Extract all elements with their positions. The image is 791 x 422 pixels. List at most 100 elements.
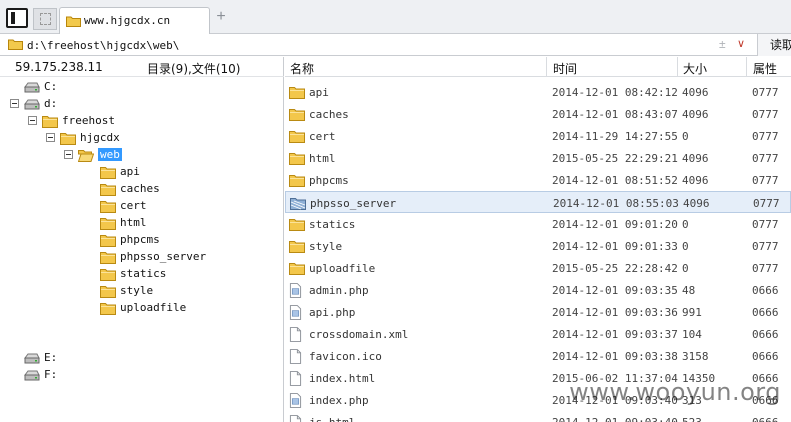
folder-icon — [290, 198, 306, 210]
folder-icon — [100, 184, 116, 196]
file-size: 3158 — [682, 350, 709, 363]
file-time: 2014-12-01 09:03:35 — [552, 284, 678, 297]
folder-icon — [100, 167, 116, 179]
file-time: 2014-12-01 09:01:20 — [552, 218, 678, 231]
tree-item[interactable]: statics — [0, 266, 280, 282]
tree-item[interactable]: api — [0, 164, 280, 180]
file-row[interactable]: js.html 2014-12-01 09:03:40 523 0666 — [285, 411, 791, 422]
file-size: 4096 — [682, 152, 709, 165]
drive-icon — [24, 353, 40, 364]
file-time: 2014-12-01 08:55:03 — [553, 197, 679, 210]
watermark: www.wooyun.org — [569, 378, 781, 406]
tree-item-label: E: — [44, 351, 58, 364]
folder-icon — [289, 175, 305, 187]
column-name[interactable]: 名称 — [290, 60, 314, 77]
collapse-icon[interactable] — [10, 99, 19, 108]
tree-item[interactable]: uploadfile — [0, 300, 280, 316]
tree-item[interactable]: html — [0, 215, 280, 231]
column-attr[interactable]: 属性 — [753, 60, 777, 77]
folder-icon — [289, 241, 305, 253]
collapse-icon[interactable] — [28, 116, 37, 125]
file-row[interactable]: uploadfile 2015-05-25 22:28:42 0 0777 — [285, 257, 791, 279]
read-button[interactable]: 读取 — [757, 34, 791, 56]
folder-icon — [289, 263, 305, 275]
tree-item[interactable]: phpsso_server — [0, 249, 280, 265]
file-row[interactable]: html 2015-05-25 22:29:21 4096 0777 — [285, 147, 791, 169]
file-attr: 0777 — [752, 108, 779, 121]
column-size[interactable]: 大小 — [683, 60, 707, 77]
tree-item-label: html — [120, 216, 147, 229]
tree-item[interactable]: caches — [0, 181, 280, 197]
tree-item[interactable]: phpcms — [0, 232, 280, 248]
tree-item[interactable]: hjgcdx — [0, 130, 280, 146]
file-size: 991 — [682, 306, 702, 319]
file-size: 0 — [682, 218, 689, 231]
drive-icon — [24, 99, 40, 110]
file-row[interactable]: api.php 2014-12-01 09:03:36 991 0666 — [285, 301, 791, 323]
file-row[interactable]: admin.php 2014-12-01 09:03:35 48 0666 — [285, 279, 791, 301]
path-input[interactable] — [27, 37, 707, 53]
file-size: 4096 — [682, 86, 709, 99]
file-size: 4096 — [683, 197, 710, 210]
file-row[interactable]: statics 2014-12-01 09:01:20 0 0777 — [285, 213, 791, 235]
tree-item[interactable]: cert — [0, 198, 280, 214]
tree-item-label: caches — [120, 182, 160, 195]
tree-item[interactable]: F: — [0, 367, 280, 383]
tree-item-label: phpsso_server — [120, 250, 207, 263]
file-name: uploadfile — [309, 262, 376, 275]
folder-icon — [100, 286, 116, 298]
file-attr: 0777 — [752, 262, 779, 275]
file-attr: 0777 — [752, 152, 779, 165]
tree-item[interactable]: style — [0, 283, 280, 299]
folder-icon — [289, 87, 305, 99]
tree-item-label: cert — [120, 199, 147, 212]
tab-bar: www.hjgcdx.cn + — [0, 0, 791, 34]
file-size: 4096 — [682, 108, 709, 121]
file-row[interactable]: api 2014-12-01 08:42:12 4096 0777 — [285, 81, 791, 103]
folder-icon — [289, 131, 305, 143]
file-time: 2014-12-01 08:42:12 — [552, 86, 678, 99]
tab-title: www.hjgcdx.cn — [84, 14, 171, 27]
tree-item[interactable]: d: — [0, 96, 280, 112]
tree-item-label: statics — [120, 267, 167, 280]
sidebar-toggle-icon[interactable] — [6, 8, 28, 28]
tree-item[interactable]: E: — [0, 350, 280, 366]
php-file-icon — [289, 283, 302, 298]
file-row[interactable]: cert 2014-11-29 14:27:55 0 0777 — [285, 125, 791, 147]
server-ip: 59.175.238.11 — [15, 60, 103, 74]
blank-tab[interactable] — [33, 8, 57, 30]
collapse-icon[interactable] — [46, 133, 55, 142]
file-time: 2014-12-01 09:03:37 — [552, 328, 678, 341]
file-size: 0 — [682, 262, 689, 275]
column-header: 名称 时间 大小 属性 — [285, 57, 791, 77]
collapse-icon[interactable] — [64, 150, 73, 159]
file-row[interactable]: style 2014-12-01 09:01:33 0 0777 — [285, 235, 791, 257]
php-file-icon — [289, 393, 302, 408]
file-attr: 0666 — [752, 416, 779, 422]
tree-item[interactable]: C: — [0, 79, 280, 95]
tree-item[interactable]: freehost — [0, 113, 280, 129]
tab-site[interactable]: www.hjgcdx.cn — [59, 7, 210, 34]
file-attr: 0777 — [752, 130, 779, 143]
file-size: 104 — [682, 328, 702, 341]
tree-item-label: api — [120, 165, 140, 178]
file-time: 2014-12-01 08:51:52 — [552, 174, 678, 187]
file-name: caches — [309, 108, 349, 121]
drive-icon — [24, 370, 40, 381]
chevron-down-icon[interactable]: ∨ — [737, 37, 745, 50]
file-row[interactable]: phpsso_server 2014-12-01 08:55:03 4096 0777 — [285, 191, 791, 213]
file-icon — [289, 327, 302, 342]
column-time[interactable]: 时间 — [553, 60, 577, 77]
file-name: js.html — [309, 416, 355, 422]
file-list-pane: 名称 时间 大小 属性 api 2014-12-01 08:42:12 4096 07… — [285, 57, 791, 422]
file-row[interactable]: phpcms 2014-12-01 08:51:52 4096 0777 — [285, 169, 791, 191]
plus-minus-icon[interactable]: ± — [719, 37, 726, 51]
file-name: cert — [309, 130, 336, 143]
file-row[interactable]: favicon.ico 2014-12-01 09:03:38 3158 0666 — [285, 345, 791, 367]
folder-open-icon — [78, 150, 94, 162]
file-row[interactable]: caches 2014-12-01 08:43:07 4096 0777 — [285, 103, 791, 125]
file-attr: 0777 — [752, 240, 779, 253]
tree-item[interactable]: web — [0, 147, 280, 163]
file-row[interactable]: crossdomain.xml 2014-12-01 09:03:37 104 066… — [285, 323, 791, 345]
new-tab-button[interactable]: + — [213, 8, 229, 26]
